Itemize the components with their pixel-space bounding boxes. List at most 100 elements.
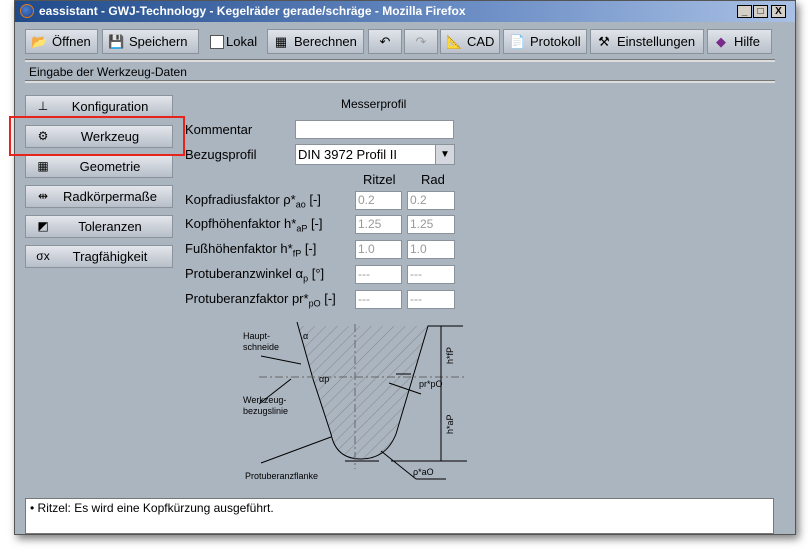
col-pinion-header: Ritzel [363,172,396,187]
gear-value: 1.25 [410,217,434,231]
tools-icon: ⚒ [598,34,610,49]
pinion-input[interactable]: 0.2 [355,191,402,210]
local-checkbox[interactable] [210,35,224,49]
label-rho: ρ*aO [413,467,434,477]
param-label: Protuberanzfaktor pr*pO [-] [185,291,336,309]
minimize-button[interactable]: _ [737,5,752,18]
sidebar-label: Konfiguration [71,99,149,114]
param-label: Protuberanzwinkel αp [°] [185,266,324,284]
dimension-icon: ⇹ [37,189,49,203]
sidebar-label: Toleranzen [78,219,142,234]
pinion-input[interactable]: 1.0 [355,240,402,259]
save-button[interactable]: 💾 Speichern [102,29,199,54]
firefox-icon [20,4,34,18]
sidebar-label: Geometrie [79,159,141,174]
sidebar-label: Tragfähigkeit [72,249,148,264]
gear-value: --- [410,267,422,281]
param-subscript: aP [296,223,308,234]
pinion-input[interactable]: --- [355,265,402,284]
redo-icon: ↷ [415,34,427,49]
gear-input[interactable]: --- [407,290,455,309]
label-prpo: pr*pO [419,379,443,389]
sidebar-item-radkoerpermasse[interactable]: ⇹ Radkörpermaße [25,185,173,208]
sidebar-label: Radkörpermaße [63,189,157,204]
gear-input[interactable]: 1.25 [407,215,455,234]
sidebar-item-toleranzen[interactable]: ◩ Toleranzen [25,215,173,238]
document-icon: 📄 [509,34,526,49]
param-unit: [-] [301,241,317,256]
label-bezugslinie: bezugslinie [243,406,288,416]
chevron-down-icon[interactable]: ▼ [435,145,454,164]
pinion-value: 1.25 [358,217,382,231]
undo-icon: ↶ [379,34,391,49]
param-name: Kopfradiusfaktor ρ* [185,192,296,207]
pinion-value: --- [358,292,370,306]
param-name: Protuberanzwinkel α [185,266,304,281]
label-hfp: h*fP [445,347,455,364]
profile-select[interactable]: DIN 3972 Profil II ▼ [295,144,455,165]
undo-button[interactable]: ↶ [368,29,402,54]
form-heading: Messerprofil [341,97,407,111]
gear-value: 1.0 [410,242,427,256]
highlight-box [9,116,185,156]
calculate-label: Berechnen [294,34,357,49]
open-folder-icon: 📂 [31,34,48,49]
pinion-value: 0.2 [358,193,375,207]
local-label: Lokal [226,34,258,49]
label-protuberanzflanke: Protuberanzflanke [245,471,318,481]
protocol-label: Protokoll [530,34,581,49]
sidebar-item-tragfaehigkeit[interactable]: σx Tragfähigkeit [25,245,173,268]
cad-label: CAD [467,34,495,49]
param-unit: [-] [305,192,321,207]
param-unit: [-] [307,216,323,231]
divider [25,59,775,62]
param-name: Fußhöhenfaktor h* [185,241,293,256]
save-label: Speichern [129,34,188,49]
close-button[interactable]: X [771,5,786,18]
param-subscript: fP [292,248,302,259]
protocol-button[interactable]: 📄 Protokoll [503,29,587,54]
cad-icon: 📐 [446,34,463,49]
label-alpha-p: αp [319,374,329,384]
pinion-value: --- [358,267,370,281]
cad-button[interactable]: 📐 CAD [440,29,500,54]
floppy-disk-icon: 💾 [108,34,125,49]
gear-input[interactable]: --- [407,265,455,284]
label-alpha: α [303,331,308,341]
maximize-button[interactable]: □ [753,5,768,18]
profile-value: DIN 3972 Profil II [298,147,397,162]
gear-value: 0.2 [410,193,427,207]
settings-label: Einstellungen [617,34,696,49]
param-label: Kopfradiusfaktor ρ*ao [-] [185,192,321,210]
label-haupt: Haupt- [243,331,270,341]
sidebar-item-konfiguration[interactable]: ⊥ Konfiguration [25,95,173,118]
window-title: eassistant - GWJ-Technology - Kegelräder… [39,4,466,18]
param-label: Kopfhöhenfaktor h*aP [-] [185,216,323,234]
profile-label: Bezugsprofil [185,147,257,162]
browser-window: eassistant - GWJ-Technology - Kegelräder… [9,0,796,535]
redo-button[interactable]: ↷ [404,29,438,54]
open-label: Öffnen [52,34,91,49]
param-subscript: pO [308,298,321,309]
sidebar-item-geometrie[interactable]: ▦ Geometrie [25,155,173,178]
calculate-button[interactable]: ▦ Berechnen [267,29,364,54]
param-label: Fußhöhenfaktor h*fP [-] [185,241,316,259]
label-schneide: schneide [243,342,279,352]
help-book-icon: ◆ [716,34,726,49]
calculator-icon: ▦ [274,34,288,49]
pinion-input[interactable]: --- [355,290,402,309]
open-button[interactable]: 📂 Öffnen [25,29,98,54]
pinion-input[interactable]: 1.25 [355,215,402,234]
comment-input[interactable] [295,120,454,139]
gear-input[interactable]: 1.0 [407,240,455,259]
grid-icon: ▦ [37,159,49,173]
pinion-value: 1.0 [358,242,375,256]
label-hap: h*aP [445,414,455,434]
message-text: • Ritzel: Es wird eine Kopfkürzung ausge… [30,501,274,515]
settings-button[interactable]: ⚒ Einstellungen [590,29,704,54]
gear-input[interactable]: 0.2 [407,191,455,210]
help-label: Hilfe [734,34,761,49]
param-name: Protuberanzfaktor pr* [185,291,309,306]
label-werkzeug: Werkzeug- [243,395,286,405]
help-button[interactable]: ◆ Hilfe [707,29,772,54]
